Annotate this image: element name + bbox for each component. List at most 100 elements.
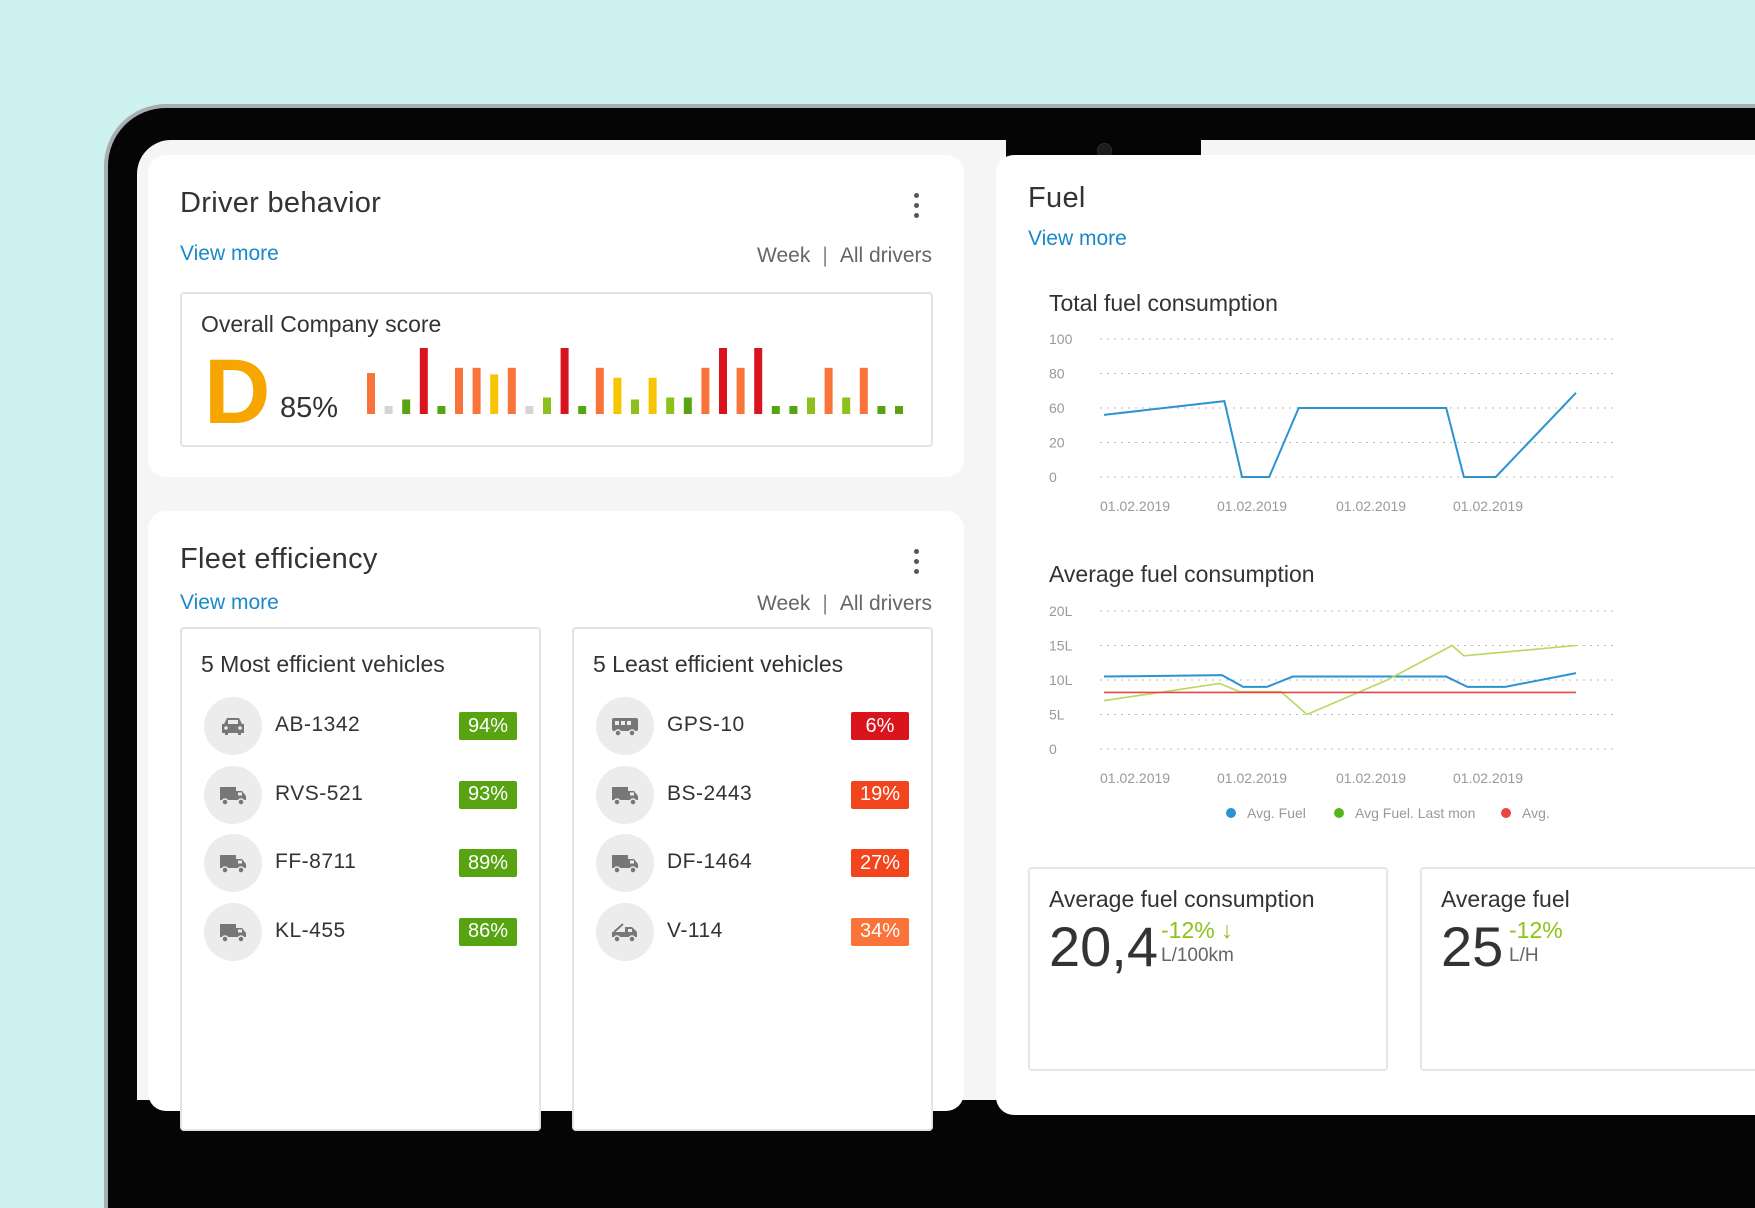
score-bar bbox=[472, 367, 481, 414]
score-bar bbox=[807, 397, 815, 414]
vehicle-row[interactable]: BS-2443 19% bbox=[596, 765, 909, 826]
filter-separator: | bbox=[822, 244, 828, 267]
score-bar bbox=[895, 406, 903, 414]
score-bar bbox=[683, 397, 692, 414]
vehicle-name: BS-2443 bbox=[667, 781, 753, 805]
y-tick-label: 60 bbox=[1049, 400, 1065, 416]
score-bar bbox=[754, 348, 763, 414]
more-options-icon[interactable] bbox=[911, 193, 921, 218]
efficiency-badge: 6% bbox=[851, 712, 909, 740]
stat-unit: L/H bbox=[1509, 945, 1539, 966]
x-tick-label: 01.02.2019 bbox=[1336, 770, 1406, 786]
vehicle-name: AB-1342 bbox=[275, 713, 361, 736]
x-tick-label: 01.02.2019 bbox=[1100, 498, 1170, 514]
y-tick-label: 5L bbox=[1049, 707, 1065, 723]
score-bar bbox=[859, 367, 868, 414]
stat-title: Average fuel bbox=[1441, 886, 1570, 912]
score-bar bbox=[613, 377, 622, 414]
y-tick-label: 100 bbox=[1049, 331, 1073, 347]
stat-value: 25 bbox=[1441, 915, 1504, 978]
period-filter: Week | All drivers bbox=[757, 244, 932, 268]
score-bar bbox=[701, 367, 710, 414]
view-more-link[interactable]: View more bbox=[180, 591, 279, 615]
legend-label[interactable]: Avg. bbox=[1522, 805, 1550, 821]
legend-label[interactable]: Avg Fuel. Last mon bbox=[1355, 805, 1475, 821]
stat-unit: L/100km bbox=[1161, 945, 1234, 966]
y-tick-label: 10L bbox=[1049, 672, 1073, 688]
stat-card-consumption: Average fuel consumption 20,4 -12% ↓ L/1… bbox=[1028, 867, 1388, 1071]
score-bar bbox=[455, 367, 463, 414]
efficiency-badge: 86% bbox=[459, 917, 517, 946]
vehicle-name: FF-8711 bbox=[275, 850, 357, 873]
vehicle-row[interactable]: V-114 34% bbox=[596, 902, 909, 963]
truck-icon bbox=[596, 765, 654, 824]
filter-all-drivers[interactable]: All drivers bbox=[840, 592, 932, 615]
fleet-efficiency-card: Fleet efficiency View more Week | All driv… bbox=[148, 511, 964, 1131]
fuel-card: Fuel View more Total fuel consumption 10… bbox=[996, 155, 1755, 1115]
filter-week[interactable]: Week bbox=[757, 592, 810, 615]
vehicle-name: GPS-10 bbox=[667, 713, 745, 736]
vehicle-name: DF-1464 bbox=[667, 850, 753, 873]
y-tick-label: 0 bbox=[1049, 469, 1057, 485]
box-title: 5 Most efficient vehicles bbox=[201, 651, 445, 677]
filter-separator: | bbox=[822, 592, 828, 615]
more-options-icon[interactable] bbox=[911, 549, 921, 574]
score-bar bbox=[578, 406, 587, 414]
vehicle-row[interactable]: RVS-521 93% bbox=[204, 765, 517, 826]
chart-title: Average fuel consumption bbox=[1049, 561, 1315, 587]
vehicle-row[interactable]: GPS-10 6% bbox=[596, 697, 909, 757]
least-efficient-box: 5 Least efficient vehicles GPS-10 6% BS-24… bbox=[572, 627, 933, 1131]
most-efficient-box: 5 Most efficient vehicles AB-1342 94% RVS-… bbox=[180, 627, 541, 1131]
legend-marker bbox=[1334, 808, 1344, 818]
score-bar bbox=[560, 348, 569, 414]
stat-value: 20,4 bbox=[1049, 915, 1158, 978]
score-bar bbox=[631, 399, 639, 414]
vehicle-name: V-114 bbox=[667, 918, 723, 942]
y-tick-label: 15L bbox=[1049, 638, 1073, 654]
view-more-link[interactable]: View more bbox=[180, 242, 279, 266]
y-tick-label: 80 bbox=[1049, 366, 1065, 382]
x-tick-label: 01.02.2019 bbox=[1217, 498, 1287, 514]
filter-all-drivers[interactable]: All drivers bbox=[840, 244, 932, 267]
driver-behavior-card: Driver behavior View more Week | All drive… bbox=[148, 155, 964, 477]
legend-marker bbox=[1501, 808, 1511, 818]
vehicle-row[interactable]: FF-8711 89% bbox=[204, 834, 517, 894]
score-grade: D bbox=[204, 341, 271, 443]
y-tick-label: 20 bbox=[1049, 435, 1065, 451]
efficiency-badge: 93% bbox=[459, 780, 517, 809]
score-bar bbox=[824, 367, 833, 414]
score-bar bbox=[402, 399, 411, 414]
chart-title: Total fuel consumption bbox=[1049, 290, 1278, 316]
efficiency-badge: 94% bbox=[459, 712, 517, 740]
efficiency-badge: 89% bbox=[459, 849, 517, 877]
view-more-link[interactable]: View more bbox=[1028, 227, 1127, 251]
score-bar bbox=[525, 406, 534, 414]
legend-label[interactable]: Avg. Fuel bbox=[1247, 805, 1306, 821]
score-bar-chart bbox=[367, 348, 903, 414]
average-fuel-chart: 20L 15L 10L 5L 0 01.02.2019 01.02.2019 01.02.20… bbox=[1049, 603, 1616, 821]
card-title: Fuel bbox=[1028, 182, 1086, 214]
score-bar bbox=[595, 367, 604, 414]
vehicle-row[interactable]: DF-1464 27% bbox=[596, 834, 909, 894]
y-tick-label: 20L bbox=[1049, 603, 1073, 619]
x-tick-label: 01.02.2019 bbox=[1336, 498, 1406, 514]
score-bar bbox=[719, 348, 727, 414]
score-percent: 85% bbox=[280, 392, 339, 424]
truck-icon bbox=[204, 765, 262, 824]
tow-truck-icon bbox=[596, 902, 654, 961]
vehicle-row[interactable]: KL-455 86% bbox=[204, 902, 517, 963]
x-tick-label: 01.02.2019 bbox=[1100, 770, 1170, 786]
score-bar bbox=[367, 373, 375, 414]
x-tick-label: 01.02.2019 bbox=[1453, 770, 1523, 786]
score-bar bbox=[507, 367, 516, 414]
score-bar bbox=[771, 406, 780, 414]
stat-card-average: Average fuel 25 -12% L/H bbox=[1420, 867, 1755, 1071]
bus-icon bbox=[596, 697, 654, 755]
stat-delta: -12% ↓ bbox=[1161, 917, 1233, 943]
score-bar bbox=[419, 348, 428, 414]
score-bar bbox=[666, 397, 675, 414]
vehicle-row[interactable]: AB-1342 94% bbox=[204, 697, 517, 757]
score-bar bbox=[842, 397, 851, 414]
x-tick-label: 01.02.2019 bbox=[1217, 770, 1287, 786]
filter-week[interactable]: Week bbox=[757, 244, 810, 267]
